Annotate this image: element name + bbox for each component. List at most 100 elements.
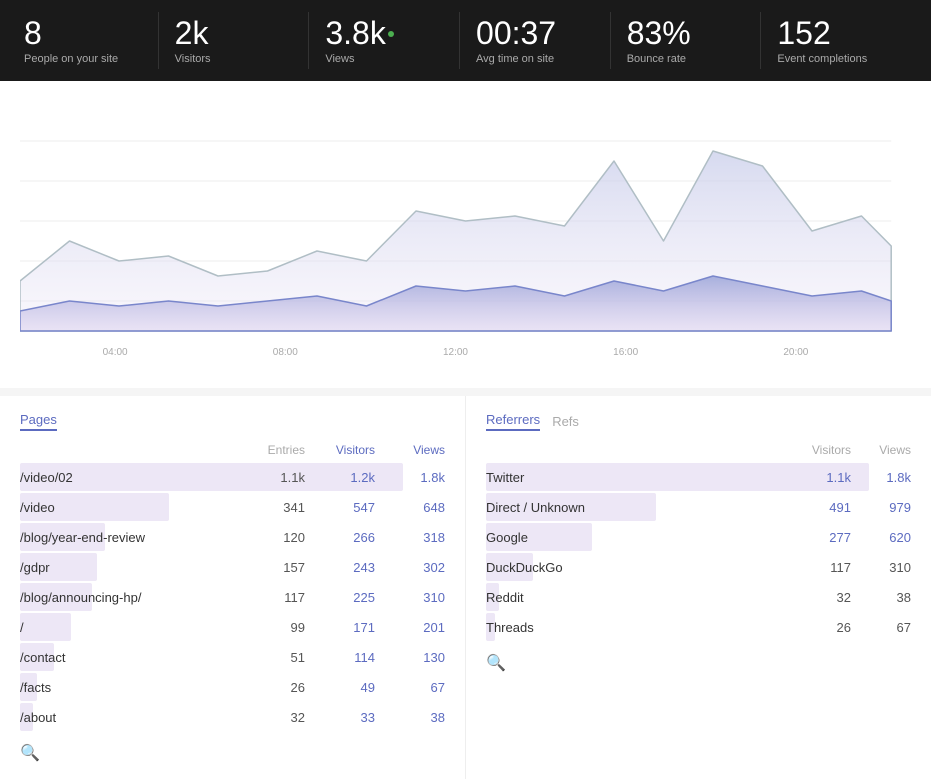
page-row-0[interactable]: /video/02 1.1k 1.2k 1.8k bbox=[20, 463, 445, 491]
header-bar: 8 People on your site 2k Visitors 3.8k V… bbox=[0, 0, 931, 81]
row-page-name: /gdpr bbox=[20, 556, 235, 579]
row-visitors: 266 bbox=[305, 530, 375, 545]
row-visitors: 33 bbox=[305, 710, 375, 725]
page-row-4[interactable]: /blog/announcing-hp/ 117 225 310 bbox=[20, 583, 445, 611]
row-page-name: /video bbox=[20, 496, 235, 519]
row-page-name: /contact bbox=[20, 646, 235, 669]
row-views: 302 bbox=[375, 560, 445, 575]
row-page-name: /video/02 bbox=[20, 466, 235, 489]
stat-bounce-rate: 83% Bounce rate bbox=[611, 12, 762, 69]
row-entries: 1.1k bbox=[235, 470, 305, 485]
pages-search-icon[interactable]: 🔍 bbox=[20, 743, 445, 763]
stat-views: 3.8k Views bbox=[309, 12, 460, 69]
row-visitors: 243 bbox=[305, 560, 375, 575]
row-entries: 99 bbox=[235, 620, 305, 635]
stat-avg-time: 00:37 Avg time on site bbox=[460, 12, 611, 69]
row-views: 648 bbox=[375, 500, 445, 515]
stat-events-value: 152 bbox=[777, 16, 895, 51]
referrers-search-icon[interactable]: 🔍 bbox=[486, 653, 911, 673]
ref-row-name: Threads bbox=[486, 616, 771, 639]
bottom-panels: Pages Entries Visitors Views /video/02 1… bbox=[0, 396, 931, 779]
row-views: 318 bbox=[375, 530, 445, 545]
ref-row-name: Reddit bbox=[486, 586, 771, 609]
page-row-5[interactable]: / 99 171 201 bbox=[20, 613, 445, 641]
col-entries-label: Entries bbox=[235, 443, 305, 457]
row-entries: 26 bbox=[235, 680, 305, 695]
row-visitors: 171 bbox=[305, 620, 375, 635]
ref-row-name: DuckDuckGo bbox=[486, 556, 771, 579]
ref-row-visitors: 491 bbox=[771, 500, 851, 515]
row-views: 38 bbox=[375, 710, 445, 725]
row-entries: 157 bbox=[235, 560, 305, 575]
referrers-panel-header: Referrers Refs bbox=[486, 412, 911, 431]
ref-row-visitors: 26 bbox=[771, 620, 851, 635]
ref-row-visitors: 1.1k bbox=[771, 470, 851, 485]
row-visitors: 1.2k bbox=[305, 470, 375, 485]
stat-visitors-label: Visitors bbox=[175, 53, 293, 65]
stat-events-label: Event completions bbox=[777, 53, 895, 65]
ref-row-visitors: 117 bbox=[771, 560, 851, 575]
stat-people-value: 8 bbox=[24, 16, 142, 51]
chart-area: 04:00 08:00 12:00 16:00 20:00 bbox=[0, 81, 931, 388]
x-label-0: 04:00 bbox=[103, 347, 128, 358]
ref-rows: Twitter 1.1k 1.8k Direct / Unknown 491 9… bbox=[486, 463, 911, 641]
ref-row-4[interactable]: Reddit 32 38 bbox=[486, 583, 911, 611]
ref-row-0[interactable]: Twitter 1.1k 1.8k bbox=[486, 463, 911, 491]
ref-col-views-label: Views bbox=[851, 443, 911, 457]
ref-row-name: Direct / Unknown bbox=[486, 496, 771, 519]
row-views: 201 bbox=[375, 620, 445, 635]
page-row-7[interactable]: /facts 26 49 67 bbox=[20, 673, 445, 701]
pages-panel: Pages Entries Visitors Views /video/02 1… bbox=[0, 396, 466, 779]
row-views: 1.8k bbox=[375, 470, 445, 485]
chart-container bbox=[20, 101, 911, 341]
ref-row-5[interactable]: Threads 26 67 bbox=[486, 613, 911, 641]
row-visitors: 547 bbox=[305, 500, 375, 515]
stat-visitors: 2k Visitors bbox=[159, 12, 310, 69]
ref-row-name: Twitter bbox=[486, 466, 771, 489]
refs-tab[interactable]: Refs bbox=[552, 414, 579, 429]
referrers-columns: Visitors Views bbox=[486, 443, 911, 457]
ref-row-1[interactable]: Direct / Unknown 491 979 bbox=[486, 493, 911, 521]
ref-row-visitors: 32 bbox=[771, 590, 851, 605]
ref-row-2[interactable]: Google 277 620 bbox=[486, 523, 911, 551]
row-visitors: 114 bbox=[305, 650, 375, 665]
row-views: 310 bbox=[375, 590, 445, 605]
pages-rows: /video/02 1.1k 1.2k 1.8k /video 341 547 … bbox=[20, 463, 445, 731]
row-page-name: /facts bbox=[20, 676, 235, 699]
row-page-name: / bbox=[20, 616, 235, 639]
ref-row-3[interactable]: DuckDuckGo 117 310 bbox=[486, 553, 911, 581]
x-label-2: 12:00 bbox=[443, 347, 468, 358]
ref-row-name: Google bbox=[486, 526, 771, 549]
ref-row-views: 67 bbox=[851, 620, 911, 635]
page-row-6[interactable]: /contact 51 114 130 bbox=[20, 643, 445, 671]
stat-bounce-rate-label: Bounce rate bbox=[627, 53, 745, 65]
stat-bounce-rate-value: 83% bbox=[627, 16, 745, 51]
stat-people-label: People on your site bbox=[24, 53, 142, 65]
x-label-1: 08:00 bbox=[273, 347, 298, 358]
row-page-name: /blog/announcing-hp/ bbox=[20, 586, 235, 609]
ref-row-views: 1.8k bbox=[851, 470, 911, 485]
page-row-3[interactable]: /gdpr 157 243 302 bbox=[20, 553, 445, 581]
referrers-tab[interactable]: Referrers bbox=[486, 412, 540, 431]
ref-row-visitors: 277 bbox=[771, 530, 851, 545]
row-entries: 120 bbox=[235, 530, 305, 545]
live-dot bbox=[388, 31, 394, 37]
page-row-1[interactable]: /video 341 547 648 bbox=[20, 493, 445, 521]
row-visitors: 225 bbox=[305, 590, 375, 605]
col-visitors-label: Visitors bbox=[305, 443, 375, 457]
x-label-3: 16:00 bbox=[613, 347, 638, 358]
page-row-2[interactable]: /blog/year-end-review 120 266 318 bbox=[20, 523, 445, 551]
page-row-8[interactable]: /about 32 33 38 bbox=[20, 703, 445, 731]
row-page-name: /about bbox=[20, 706, 235, 729]
row-entries: 32 bbox=[235, 710, 305, 725]
ref-row-views: 38 bbox=[851, 590, 911, 605]
pages-tab[interactable]: Pages bbox=[20, 412, 57, 431]
row-visitors: 49 bbox=[305, 680, 375, 695]
pages-columns: Entries Visitors Views bbox=[20, 443, 445, 457]
x-label-4: 20:00 bbox=[783, 347, 808, 358]
stat-views-value: 3.8k bbox=[325, 16, 443, 51]
stat-avg-time-value: 00:37 bbox=[476, 16, 594, 51]
ref-col-name-label bbox=[486, 443, 771, 457]
ref-row-views: 620 bbox=[851, 530, 911, 545]
row-entries: 341 bbox=[235, 500, 305, 515]
